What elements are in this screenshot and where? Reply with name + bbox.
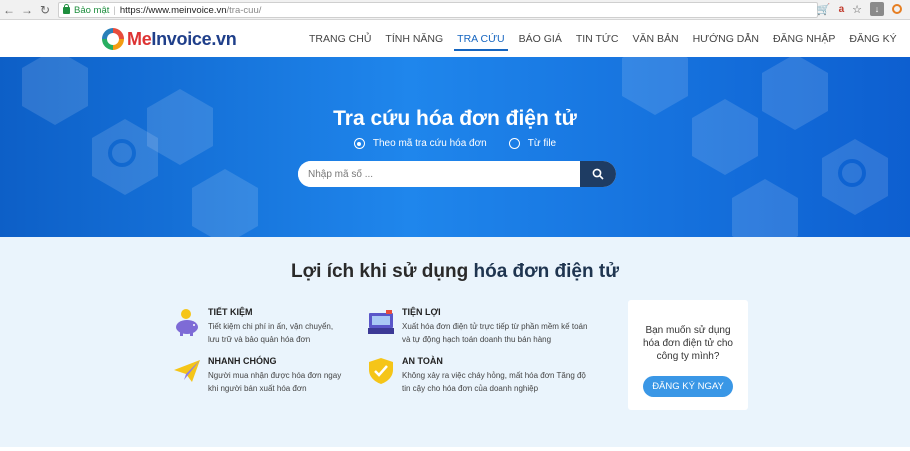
forward-icon[interactable]: → bbox=[18, 1, 36, 19]
shield-check-icon bbox=[369, 358, 393, 384]
benefit-tien-loi-title: TIỆN LỢI bbox=[402, 307, 441, 317]
page-bottom-edge bbox=[0, 447, 910, 451]
benefit-nhanh-chong-line1: Người mua nhận được hóa đơn ngay bbox=[208, 371, 342, 380]
menu-item-trang-chu[interactable]: TRANG CHỦ bbox=[302, 20, 378, 57]
download-extension-icon[interactable]: ↓ bbox=[870, 2, 884, 16]
paper-plane-icon bbox=[174, 360, 200, 382]
hexagon-decoration bbox=[820, 137, 890, 217]
search-hero: Tra cứu hóa đơn điện tử Theo mã tra cứu … bbox=[0, 57, 910, 237]
benefit-tien-loi-line1: Xuất hóa đơn điện tử trực tiếp từ phần m… bbox=[402, 322, 588, 331]
logo-mark-icon bbox=[102, 28, 124, 50]
hexagon-decoration bbox=[730, 177, 800, 237]
browser-toolbar: ← → ↻ Bảo mật | https://www.meinvoice.vn… bbox=[0, 0, 910, 20]
extension-icons: 🛒 a ☆ ↓ bbox=[817, 2, 902, 16]
menu-item-tin-tuc[interactable]: TIN TỨC bbox=[569, 20, 626, 57]
benefit-an-toan-title: AN TOÀN bbox=[402, 356, 443, 366]
benefit-tien-loi-line2: và tự động hạch toán doanh thu bán hàng bbox=[402, 335, 552, 344]
cta-text: Bạn muốn sử dụng hóa đơn điện tử cho côn… bbox=[643, 325, 733, 362]
main-menu: TRANG CHỦ TÍNH NĂNG TRA CỨU BÁO GIÁ TIN … bbox=[302, 20, 904, 57]
benefit-nhanh-chong-title: NHANH CHÓNG bbox=[208, 356, 277, 366]
page-title: Tra cứu hóa đơn điện tử bbox=[333, 107, 577, 130]
benefits-section: Lợi ích khi sử dụng hóa đơn điện tử TIẾT… bbox=[0, 237, 910, 447]
benefit-tiet-kiem-line1: Tiết kiệm chi phí in ấn, vận chuyển, bbox=[208, 322, 334, 331]
option-by-code-label: Theo mã tra cứu hóa đơn bbox=[372, 138, 487, 149]
search-input[interactable] bbox=[298, 161, 580, 187]
menu-item-tra-cuu[interactable]: TRA CỨU bbox=[450, 20, 511, 57]
benefit-tiet-kiem-line2: lưu trữ và bảo quản hóa đơn bbox=[208, 335, 311, 344]
benefit-tien-loi: TIỆN LỢI Xuất hóa đơn điện tử trực tiếp … bbox=[366, 307, 626, 346]
lock-icon bbox=[63, 3, 70, 14]
cart-extension-icon[interactable]: 🛒 bbox=[817, 3, 831, 16]
option-by-code[interactable]: Theo mã tra cứu hóa đơn bbox=[353, 138, 487, 149]
menu-item-huong-dan[interactable]: HƯỚNG DẪN bbox=[686, 20, 766, 57]
menu-item-bao-gia[interactable]: BÁO GIÁ bbox=[512, 20, 569, 57]
search-icon bbox=[592, 168, 604, 180]
address-bar[interactable]: Bảo mật | https://www.meinvoice.vn/tra-c… bbox=[58, 2, 818, 18]
benefit-an-toan-line1: Không xảy ra việc cháy hỏng, mất hóa đơn… bbox=[402, 371, 586, 380]
register-cta-card: Bạn muốn sử dụng hóa đơn điện tử cho côn… bbox=[628, 300, 748, 410]
site-header: MeInvoice.vn TRANG CHỦ TÍNH NĂNG TRA CỨU… bbox=[0, 20, 910, 57]
option-by-file-label: Từ file bbox=[527, 138, 557, 149]
url-base: https://www.meinvoice.vn bbox=[119, 4, 227, 16]
search-button[interactable] bbox=[580, 161, 616, 187]
menu-item-tinh-nang[interactable]: TÍNH NĂNG bbox=[378, 20, 450, 57]
benefit-nhanh-chong-line2: khi người bán xuất hóa đơn bbox=[208, 384, 307, 393]
menu-item-dang-nhap[interactable]: ĐĂNG NHẬP bbox=[766, 20, 842, 57]
bookmark-star-icon[interactable]: ☆ bbox=[852, 3, 862, 16]
register-now-button[interactable]: ĐĂNG KÝ NGAY bbox=[643, 376, 733, 397]
cash-register-icon bbox=[368, 310, 394, 334]
benefits-title: Lợi ích khi sử dụng hóa đơn điện tử bbox=[291, 261, 619, 282]
benefit-an-toan: AN TOÀN Không xảy ra việc cháy hỏng, mất… bbox=[366, 356, 626, 395]
radio-by-code[interactable] bbox=[353, 138, 365, 149]
logo-text: MeInvoice.vn bbox=[127, 28, 237, 49]
back-icon[interactable]: ← bbox=[0, 1, 18, 19]
record-extension-icon[interactable] bbox=[892, 4, 902, 14]
benefit-tiet-kiem-title: TIẾT KIỆM bbox=[208, 307, 253, 317]
hexagon-decoration bbox=[190, 167, 260, 237]
search-box bbox=[298, 161, 616, 187]
option-by-file[interactable]: Từ file bbox=[508, 138, 557, 149]
radio-by-file[interactable] bbox=[508, 138, 520, 149]
menu-item-van-ban[interactable]: VĂN BẢN bbox=[625, 20, 685, 57]
benefit-an-toan-line2: tin cậy cho hóa đơn của doanh nghiệp bbox=[402, 384, 539, 393]
menu-item-dang-ky[interactable]: ĐĂNG KÝ bbox=[842, 20, 903, 57]
secure-label: Bảo mật bbox=[74, 4, 110, 16]
translate-extension-icon[interactable]: a bbox=[839, 4, 845, 15]
piggy-bank-icon bbox=[176, 309, 198, 336]
address-separator: | bbox=[113, 4, 116, 16]
url-path: /tra-cuu/ bbox=[226, 4, 262, 16]
search-mode-options: Theo mã tra cứu hóa đơn Từ file bbox=[0, 138, 910, 149]
site-logo[interactable]: MeInvoice.vn bbox=[102, 26, 237, 52]
reload-icon[interactable]: ↻ bbox=[36, 1, 54, 19]
